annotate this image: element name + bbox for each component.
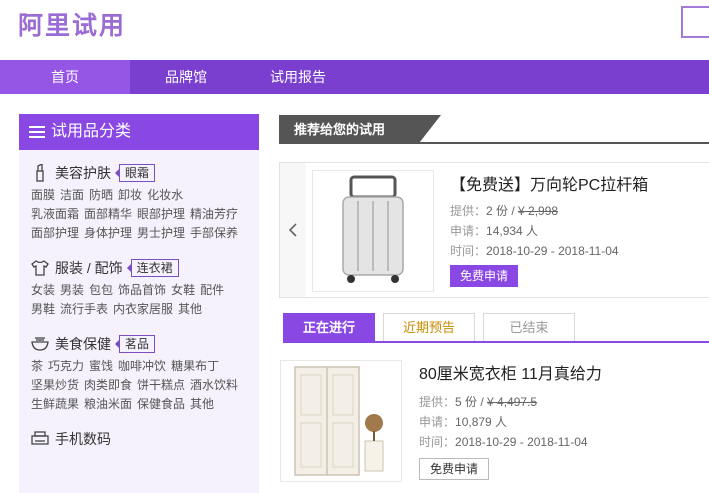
category-tag[interactable]: 茗品 bbox=[114, 335, 156, 353]
category-link[interactable]: 面膜 bbox=[31, 188, 55, 202]
tab-ongoing[interactable]: 正在进行 bbox=[283, 313, 375, 341]
nav-item-brands[interactable]: 品牌馆 bbox=[130, 60, 242, 94]
category-link[interactable]: 精油芳疗 bbox=[190, 207, 238, 221]
category-link[interactable]: 洁面 bbox=[60, 188, 84, 202]
product-image-suitcase[interactable] bbox=[312, 170, 434, 292]
apply-count: 14,934 人 bbox=[486, 224, 539, 238]
category-link[interactable]: 坚果炒货 bbox=[31, 378, 79, 392]
category-links: 女装 男装 包包 饰品首饰 女鞋 配件 男鞋 流行手表 内衣家居服 其他 bbox=[31, 281, 256, 319]
category-link[interactable]: 身体护理 bbox=[84, 226, 132, 240]
category-link[interactable]: 男装 bbox=[60, 283, 84, 297]
category-link[interactable]: 面部护理 bbox=[31, 226, 79, 240]
product-title[interactable]: 【免费送】万向轮PC拉杆箱 bbox=[450, 171, 648, 195]
category-link[interactable]: 包包 bbox=[89, 283, 113, 297]
category-link[interactable]: 粮油米面 bbox=[84, 397, 132, 411]
header-search-box[interactable] bbox=[681, 6, 709, 38]
category-link[interactable]: 流行手表 bbox=[60, 302, 108, 316]
category-link[interactable]: 男士护理 bbox=[137, 226, 185, 240]
category-links: 面膜 洁面 防晒 卸妆 化妆水 乳液面霜 面部精华 眼部护理 精油芳疗 面部护理 身体护理 男士护… bbox=[31, 186, 256, 243]
category-name[interactable]: 手机数码 bbox=[55, 429, 111, 449]
supply-label: 提供： bbox=[450, 204, 487, 218]
time-range: 2018-10-29 - 2018-11-04 bbox=[486, 244, 619, 258]
category-link[interactable]: 化妆水 bbox=[147, 188, 183, 202]
category-link[interactable]: 其他 bbox=[178, 302, 202, 316]
featured-product: 【免费送】万向轮PC拉杆箱 提供：2 份 / ¥ 2,998 申请：14,934… bbox=[279, 162, 709, 298]
category-link[interactable]: 配件 bbox=[200, 283, 224, 297]
featured-info: 【免费送】万向轮PC拉杆箱 提供：2 份 / ¥ 2,998 申请：14,934… bbox=[450, 171, 648, 287]
category-name[interactable]: 美容护肤 bbox=[55, 163, 111, 183]
category-link[interactable]: 内衣家居服 bbox=[113, 302, 173, 316]
category-food: 美食保健 茗品 茶巧克力 蜜饯 咖啡冲饮 糖果布丁 坚果炒货 肉类即食 饼干糕点 酒水饮料 … bbox=[19, 331, 259, 414]
category-apparel: 服装 / 配饰 连衣裙 女装 男装 包包 饰品首饰 女鞋 配件 男鞋 流行手表 内衣家居服 其他 bbox=[19, 255, 259, 319]
bowl-icon bbox=[31, 335, 49, 353]
category-link[interactable]: 防晒 bbox=[89, 188, 113, 202]
category-digital: 手机数码 bbox=[19, 426, 259, 452]
category-name[interactable]: 服装 / 配饰 bbox=[55, 258, 123, 278]
category-link[interactable]: 眼部护理 bbox=[137, 207, 185, 221]
time-label: 时间： bbox=[419, 435, 456, 449]
site-logo[interactable]: 阿里试用 bbox=[18, 6, 126, 42]
apply-label: 申请： bbox=[419, 415, 456, 429]
category-link[interactable]: 茶 bbox=[31, 359, 43, 373]
supply-count: 2 份 / bbox=[486, 204, 519, 218]
category-link[interactable]: 酒水饮料 bbox=[190, 378, 238, 392]
category-sidebar: 试用品分类 美容护肤 眼霜 面膜 洁面 防晒 卸妆 化妆水 乳液面霜 面部精华 眼部护理 精油… bbox=[19, 114, 259, 493]
lipstick-icon bbox=[31, 164, 49, 182]
recommend-bar: 推荐给您的试用 bbox=[279, 115, 709, 144]
category-tag[interactable]: 连衣裙 bbox=[126, 259, 179, 277]
supply-label: 提供： bbox=[419, 395, 456, 409]
product-image-wardrobe[interactable] bbox=[280, 360, 402, 482]
category-link[interactable]: 饰品首饰 bbox=[118, 283, 166, 297]
product-info: 80厘米宽衣柜 11月真给力 提供：5 份 / ¥ 4,497.5 申请：10,… bbox=[419, 360, 602, 480]
apply-free-button[interactable]: 免费申请 bbox=[419, 458, 490, 480]
category-link[interactable]: 糖果布丁 bbox=[171, 359, 219, 373]
apply-free-button[interactable]: 免费申请 bbox=[450, 265, 519, 287]
chevron-left-icon bbox=[288, 223, 297, 237]
tab-ended[interactable]: 已结束 bbox=[483, 313, 575, 341]
original-price: ¥ 2,998 bbox=[518, 204, 559, 218]
nav-item-home[interactable]: 首页 bbox=[0, 60, 130, 94]
original-price: ¥ 4,497.5 bbox=[487, 395, 538, 409]
tab-upcoming[interactable]: 近期预告 bbox=[383, 313, 475, 341]
apply-label: 申请： bbox=[450, 224, 487, 238]
category-link[interactable]: 乳液面霜 bbox=[31, 207, 79, 221]
category-beauty: 美容护肤 眼霜 面膜 洁面 防晒 卸妆 化妆水 乳液面霜 面部精华 眼部护理 精油芳疗 面部护… bbox=[19, 160, 259, 243]
category-tag[interactable]: 眼霜 bbox=[114, 164, 156, 182]
category-link[interactable]: 饼干糕点 bbox=[137, 378, 185, 392]
category-link[interactable]: 咖啡冲饮 bbox=[118, 359, 166, 373]
sidebar-title: 试用品分类 bbox=[51, 123, 132, 140]
category-link[interactable]: 其他 bbox=[190, 397, 214, 411]
time-label: 时间： bbox=[450, 244, 487, 258]
category-link[interactable]: 女鞋 bbox=[171, 283, 195, 297]
category-link[interactable]: 生鲜蔬果 bbox=[31, 397, 79, 411]
list-icon bbox=[29, 126, 45, 138]
category-name[interactable]: 美食保健 bbox=[55, 334, 111, 354]
trial-status-tabs: 正在进行 近期预告 已结束 bbox=[283, 313, 709, 343]
main-nav: 首页 品牌馆 试用报告 bbox=[0, 60, 709, 94]
supply-count: 5 份 / bbox=[455, 395, 488, 409]
apply-count: 10,879 人 bbox=[455, 415, 508, 429]
category-link[interactable]: 男鞋 bbox=[31, 302, 55, 316]
category-link[interactable]: 肉类即食 bbox=[84, 378, 132, 392]
category-link[interactable]: 手部保养 bbox=[190, 226, 238, 240]
recommend-label: 推荐给您的试用 bbox=[279, 115, 441, 144]
carousel-prev-button[interactable] bbox=[280, 163, 306, 297]
category-link[interactable]: 巧克力 bbox=[48, 359, 84, 373]
category-links: 茶巧克力 蜜饯 咖啡冲饮 糖果布丁 坚果炒货 肉类即食 饼干糕点 酒水饮料 生鲜蔬果 粮油米面… bbox=[31, 357, 256, 414]
category-link[interactable]: 面部精华 bbox=[84, 207, 132, 221]
product-title[interactable]: 80厘米宽衣柜 11月真给力 bbox=[419, 360, 602, 384]
category-link[interactable]: 保健食品 bbox=[137, 397, 185, 411]
nav-item-reports[interactable]: 试用报告 bbox=[242, 60, 354, 94]
shirt-icon bbox=[31, 259, 49, 277]
category-link[interactable]: 卸妆 bbox=[118, 188, 142, 202]
category-link[interactable]: 蜜饯 bbox=[89, 359, 113, 373]
printer-icon bbox=[31, 430, 49, 448]
time-range: 2018-10-29 - 2018-11-04 bbox=[455, 435, 588, 449]
category-link[interactable]: 女装 bbox=[31, 283, 55, 297]
sidebar-header: 试用品分类 bbox=[19, 114, 259, 150]
